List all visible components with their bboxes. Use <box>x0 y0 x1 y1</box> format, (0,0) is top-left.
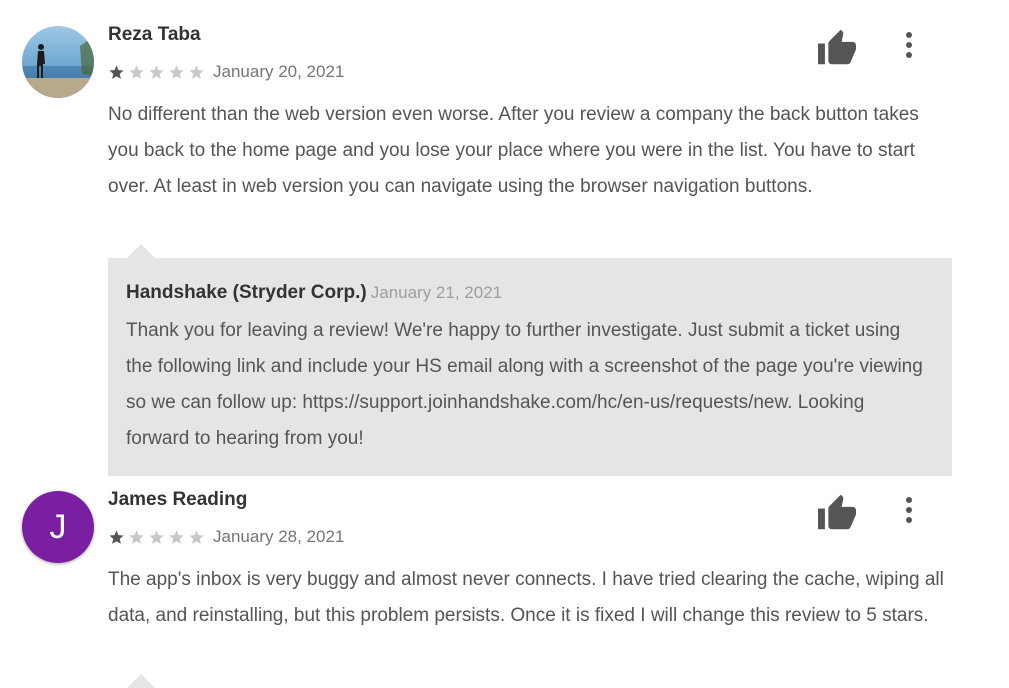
star-icon <box>109 64 124 79</box>
more-vert-icon[interactable] <box>896 29 922 63</box>
star-rating <box>108 64 205 81</box>
star-icon <box>169 64 184 79</box>
reply-date: January 21, 2021 <box>370 283 503 302</box>
review-date: January 20, 2021 <box>213 62 345 81</box>
reply-author: Handshake (Stryder Corp.) <box>126 282 367 303</box>
avatar <box>22 26 94 98</box>
star-rating <box>108 529 205 546</box>
star-icon <box>129 529 144 544</box>
reply-header: Handshake (Stryder Corp.) January 21, 20… <box>126 282 502 304</box>
star-icon <box>189 529 204 544</box>
review-author: Reza Taba <box>108 24 201 45</box>
star-icon <box>109 529 124 544</box>
star-icon <box>169 529 184 544</box>
reply-text: Thank you for leaving a review! We're ha… <box>126 320 923 449</box>
avatar: J <box>22 491 94 563</box>
developer-reply: Handshake (Stryder Corp.) January 21, 20… <box>108 258 952 476</box>
thumbs-up-icon[interactable] <box>816 493 858 531</box>
thumbs-up-icon[interactable] <box>816 28 858 66</box>
reply-pointer <box>127 244 155 258</box>
star-icon <box>129 64 144 79</box>
star-icon <box>149 529 164 544</box>
rating-row: January 28, 2021 <box>108 526 344 548</box>
rating-row: January 20, 2021 <box>108 61 344 83</box>
star-icon <box>189 64 204 79</box>
reply-pointer <box>127 674 155 688</box>
review-author: James Reading <box>108 489 248 510</box>
more-vert-icon[interactable] <box>896 494 922 528</box>
review-text: The app's inbox is very buggy and almost… <box>108 569 944 626</box>
star-icon <box>149 64 164 79</box>
review-text: No different than the web version even w… <box>108 104 919 197</box>
review-date: January 28, 2021 <box>213 527 345 546</box>
